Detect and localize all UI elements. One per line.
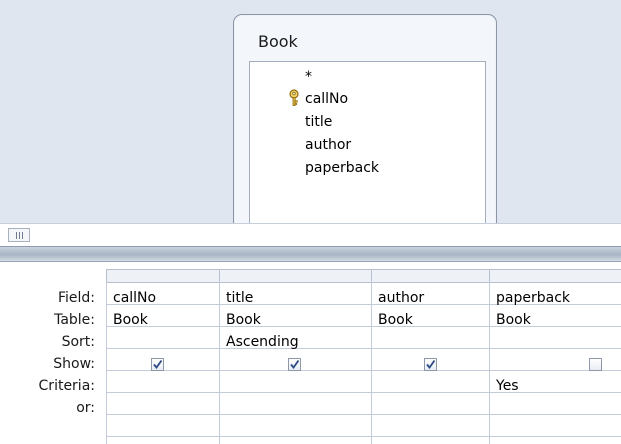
field-item-all[interactable]: * xyxy=(305,67,312,87)
checkmark-icon xyxy=(290,359,300,369)
field-item-title[interactable]: title xyxy=(305,112,332,132)
row-label-field: Field: xyxy=(57,290,95,306)
table-cell[interactable]: Book xyxy=(220,309,261,331)
sort-cell[interactable] xyxy=(490,331,496,353)
design-pane-scrollbar[interactable] xyxy=(0,223,621,247)
grid-row-divider xyxy=(106,348,621,349)
field-cell-paperback[interactable]: paperback xyxy=(490,287,621,309)
table-title[interactable]: Book xyxy=(258,32,298,51)
row-label-table: Table: xyxy=(54,312,95,328)
show-checkbox-callno[interactable] xyxy=(151,358,164,371)
column-selector[interactable] xyxy=(106,270,220,282)
show-checkbox-title[interactable] xyxy=(288,358,301,371)
show-checkbox-author[interactable] xyxy=(424,358,437,371)
grip-line xyxy=(19,232,20,239)
criteria-cell[interactable] xyxy=(107,375,113,397)
query-design-grid: Field: Table: Sort: Show: Criteria: or: … xyxy=(0,262,621,444)
row-label-criteria: Criteria: xyxy=(38,378,95,394)
table-cell[interactable]: Book xyxy=(107,309,148,331)
criteria-cell-paperback[interactable]: Yes xyxy=(490,375,519,397)
row-label-or: or: xyxy=(76,400,95,416)
grid-row-divider xyxy=(106,370,621,371)
field-cell-title[interactable]: title xyxy=(220,287,371,309)
row-label-show: Show: xyxy=(53,356,95,372)
grid-row-divider xyxy=(106,392,621,393)
table-cell[interactable]: Book xyxy=(490,309,531,331)
field-item-paperback[interactable]: paperback xyxy=(305,158,379,178)
sort-cell[interactable] xyxy=(372,331,378,353)
grid-row-divider xyxy=(106,326,621,327)
grid-row-divider xyxy=(106,414,621,415)
scroll-grip-icon[interactable] xyxy=(8,228,30,242)
column-selector[interactable] xyxy=(489,270,621,282)
field-item-callno[interactable]: callNo xyxy=(305,89,348,109)
primary-key-icon xyxy=(288,89,300,107)
field-cell-callno[interactable]: callNo xyxy=(107,287,219,309)
column-selector[interactable] xyxy=(219,270,372,282)
field-list[interactable]: * callNo title author paperback xyxy=(249,61,486,223)
checkmark-icon xyxy=(153,359,163,369)
pane-splitter[interactable] xyxy=(0,246,621,262)
column-selector[interactable] xyxy=(371,270,490,282)
table-field-list-window[interactable]: Book * callNo title author paperback xyxy=(233,14,497,223)
query-design-pane: Book * callNo title author paperback xyxy=(0,0,621,223)
grid-row-divider xyxy=(106,436,621,437)
row-label-sort: Sort: xyxy=(61,334,95,350)
show-checkbox-paperback[interactable] xyxy=(589,358,602,371)
field-item-author[interactable]: author xyxy=(305,135,351,155)
criteria-cell[interactable] xyxy=(220,375,226,397)
field-cell-author[interactable]: author xyxy=(372,287,489,309)
criteria-cell[interactable] xyxy=(372,375,378,397)
table-cell[interactable]: Book xyxy=(372,309,413,331)
checkmark-icon xyxy=(426,359,436,369)
sort-cell-title[interactable]: Ascending xyxy=(220,331,299,353)
column-selector-bar[interactable] xyxy=(106,269,621,283)
sort-cell[interactable] xyxy=(107,331,113,353)
grip-line xyxy=(22,232,23,239)
grip-line xyxy=(16,232,17,239)
